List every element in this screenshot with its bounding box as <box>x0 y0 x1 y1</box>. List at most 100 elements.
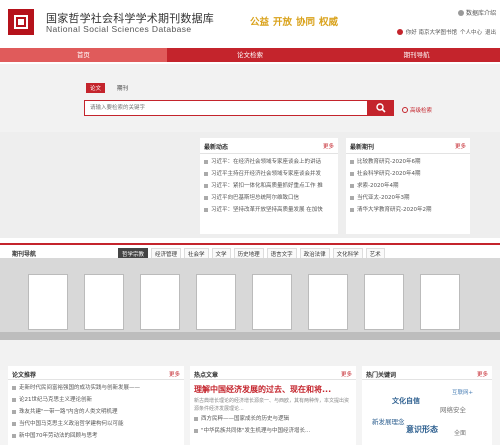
featured-article-summary: 新古典增长理论的经济增长源泉一、与西欧，其有两种传，本文提出资源条件经济发展理论… <box>194 398 350 412</box>
journal-cover[interactable] <box>28 274 68 330</box>
advanced-search-label: 高级检索 <box>410 108 433 114</box>
journal-nav-bar: 期刊导航 哲学宗教 经济管理 社会学 文学 历史地理 语言文字 政治法律 文化科… <box>0 243 500 260</box>
list-item[interactable]: 当代亚太-2020年3期 <box>350 192 466 204</box>
shelf-board <box>0 332 500 340</box>
featured-article-title[interactable]: 理解中国经济发展的过去、现在和将... <box>190 380 356 397</box>
slogan-bar: 公益 开放 协同 权威 <box>250 14 338 28</box>
keyword-cloud: 互联网+ 文化自信 网络安全 新发展理念 意识形态 全面 <box>362 380 492 440</box>
list-item[interactable]: 习近平：在经济社会领域专家座谈会上的讲话 <box>204 156 334 168</box>
list-item[interactable]: 社会科学研究-2020年4期 <box>350 168 466 180</box>
list-item[interactable]: 清华大学教育研究-2020年2期 <box>350 204 466 216</box>
slogan-item: 公益 <box>250 17 270 28</box>
more-link[interactable]: 更多 <box>477 370 488 378</box>
bullet-icon <box>12 421 16 426</box>
bullet-icon <box>12 385 16 390</box>
list-item[interactable]: 习近平：紧扣一体化和高质量抓好重点工作 推 <box>204 180 334 192</box>
keyword-tag[interactable]: 新发展理念 <box>372 416 405 426</box>
journal-cover[interactable] <box>252 274 292 330</box>
panel-header: 论文推荐 更多 <box>8 366 184 380</box>
panel-header: 最新期刊 更多 <box>346 138 470 154</box>
keyword-tag[interactable]: 网络安全 <box>440 404 466 414</box>
keyword-tag[interactable]: 文化自信 <box>392 396 420 406</box>
more-link[interactable]: 更多 <box>169 370 180 378</box>
tab-articles[interactable]: 论文 <box>86 83 106 93</box>
user-icon <box>396 29 403 35</box>
journal-cover[interactable] <box>308 274 348 330</box>
list-item[interactable]: 当代中国马克思主义政治哲学建构何以可能 <box>12 418 180 430</box>
list-item[interactable]: 求索-2020年4期 <box>350 180 466 192</box>
bullet-icon <box>350 171 354 176</box>
journal-cover[interactable] <box>364 274 404 330</box>
panel-header: 热点文章 更多 <box>190 366 356 380</box>
search-button[interactable] <box>368 100 394 116</box>
panel-title: 论文推荐 <box>12 372 37 379</box>
main-nav: 首页 论文检索 期刊导航 <box>0 48 500 62</box>
bullet-icon <box>12 397 16 402</box>
slogan-item: 权威 <box>319 17 339 28</box>
journal-list: 比较教育研究-2020年6期 社会科学研究-2020年4期 求索-2020年4期… <box>346 154 470 216</box>
bullet-icon <box>12 409 16 414</box>
database-intro-link[interactable]: 数据库介绍 <box>457 8 496 17</box>
bullet-icon <box>194 416 198 421</box>
list-item[interactable]: 论21世纪马克思主义理论创新 <box>12 394 180 406</box>
keyword-tag[interactable]: 互联网+ <box>452 388 473 396</box>
journal-cover[interactable] <box>140 274 180 330</box>
logout-link[interactable]: 退出 <box>485 28 496 36</box>
bullet-icon <box>194 428 198 433</box>
nav-journal-navigation[interactable]: 期刊导航 <box>333 48 500 62</box>
keyword-tag[interactable]: 意识形态 <box>406 424 438 435</box>
hot-list: 西方民粹——国家成长的历史与逻辑 "中华民族共同体"发生机理与中国经济增长... <box>190 413 356 437</box>
database-intro-label: 数据库介绍 <box>465 10 496 17</box>
personal-center-link[interactable]: 个人中心 <box>460 28 482 36</box>
journal-cover[interactable] <box>420 274 460 330</box>
more-link[interactable]: 更多 <box>323 142 334 150</box>
list-item[interactable]: 比较教育研究-2020年6期 <box>350 156 466 168</box>
advanced-search-link[interactable]: 高级检索 <box>402 106 432 114</box>
info-icon <box>457 9 464 16</box>
bullet-icon <box>350 159 354 164</box>
site-logo[interactable] <box>8 9 34 35</box>
bullet-icon <box>350 207 354 212</box>
list-item[interactable]: 珠友共建"一带一路"内含的人类文明机理 <box>12 406 180 418</box>
panel-title: 热点文章 <box>194 372 219 379</box>
slogan-item: 开放 <box>273 17 293 28</box>
bullet-icon <box>204 183 208 188</box>
list-item[interactable]: 新中国70年劳动法的回顾与思考 <box>12 430 180 442</box>
journal-shelf <box>0 258 500 370</box>
list-item[interactable]: 习近平向巴基斯坦总统阿尔维致口信 <box>204 192 334 204</box>
list-item[interactable]: 习近平：坚持改革开放坚持高质量发展 在加快 <box>204 204 334 216</box>
hot-articles-panel: 热点文章 更多 理解中国经济发展的过去、现在和将... 新古典增长理论的经济增长… <box>190 366 356 445</box>
tab-journals[interactable]: 期刊 <box>113 83 132 93</box>
panel-header: 最新动态 更多 <box>200 138 338 154</box>
panel-header: 热门关键词 更多 <box>362 366 492 380</box>
nav-home[interactable]: 首页 <box>0 48 167 62</box>
list-item[interactable]: 习近平主持召开经济社会领域专家座谈会并发 <box>204 168 334 180</box>
advanced-search-icon <box>402 107 408 113</box>
slogan-item: 协同 <box>296 17 316 28</box>
list-item[interactable]: "中华民族共同体"发生机理与中国经济增长... <box>194 425 352 437</box>
search-section <box>0 64 500 132</box>
search-icon <box>376 103 386 113</box>
recommend-list: 走新时代民间富裕强国的成功实践与创新发展—— 论21世纪马克思主义理论创新 珠友… <box>8 380 184 442</box>
list-item[interactable]: 走新时代民间富裕强国的成功实践与创新发展—— <box>12 382 180 394</box>
recommended-articles-panel: 论文推荐 更多 走新时代民间富裕强国的成功实践与创新发展—— 论21世纪马克思主… <box>8 366 184 445</box>
bullet-icon <box>204 159 208 164</box>
nav-article-search[interactable]: 论文检索 <box>167 48 334 62</box>
bullet-icon <box>204 171 208 176</box>
panel-title: 最新动态 <box>204 144 229 151</box>
list-item[interactable]: 西方民粹——国家成长的历史与逻辑 <box>194 413 352 425</box>
search-box <box>84 100 368 116</box>
keyword-tag[interactable]: 全面 <box>454 428 466 437</box>
bullet-icon <box>12 433 16 438</box>
user-greeting: 你好 南京大学图书馆 <box>405 30 457 36</box>
search-input[interactable] <box>85 101 367 115</box>
journal-cover[interactable] <box>84 274 124 330</box>
latest-journals-panel: 最新期刊 更多 比较教育研究-2020年6期 社会科学研究-2020年4期 求索… <box>346 138 470 234</box>
hot-keywords-panel: 热门关键词 更多 互联网+ 文化自信 网络安全 新发展理念 意识形态 全面 <box>362 366 492 445</box>
more-link[interactable]: 更多 <box>455 142 466 150</box>
more-link[interactable]: 更多 <box>341 370 352 378</box>
page-header: 国家哲学社会科学学术期刊数据库 National Social Sciences… <box>0 0 500 44</box>
site-title-en: National Social Sciences Database <box>46 24 192 34</box>
journal-cover[interactable] <box>196 274 236 330</box>
user-bar: 你好 南京大学图书馆 个人中心 退出 <box>396 28 496 36</box>
